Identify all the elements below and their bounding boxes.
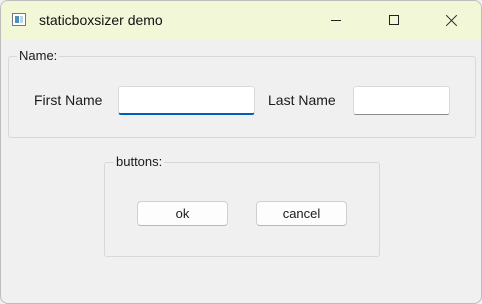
app-icon xyxy=(12,13,26,26)
window-title: staticboxsizer demo xyxy=(39,12,163,28)
title-bar[interactable]: staticboxsizer demo xyxy=(1,1,481,39)
ok-button[interactable]: ok xyxy=(137,201,228,226)
maximize-button[interactable] xyxy=(365,1,423,39)
first-name-label: First Name xyxy=(34,92,103,108)
minimize-icon xyxy=(331,19,341,21)
last-name-label: Last Name xyxy=(268,92,336,108)
app-window: staticboxsizer demo Name: First Name Las… xyxy=(0,0,482,304)
name-group-label: Name: xyxy=(17,48,60,63)
first-name-input[interactable] xyxy=(118,86,255,115)
last-name-input[interactable] xyxy=(353,86,450,115)
close-icon xyxy=(446,14,458,26)
maximize-icon xyxy=(389,15,399,25)
buttons-group-label: buttons: xyxy=(114,154,165,169)
minimize-button[interactable] xyxy=(307,1,365,39)
close-button[interactable] xyxy=(423,1,481,39)
cancel-button[interactable]: cancel xyxy=(256,201,347,226)
